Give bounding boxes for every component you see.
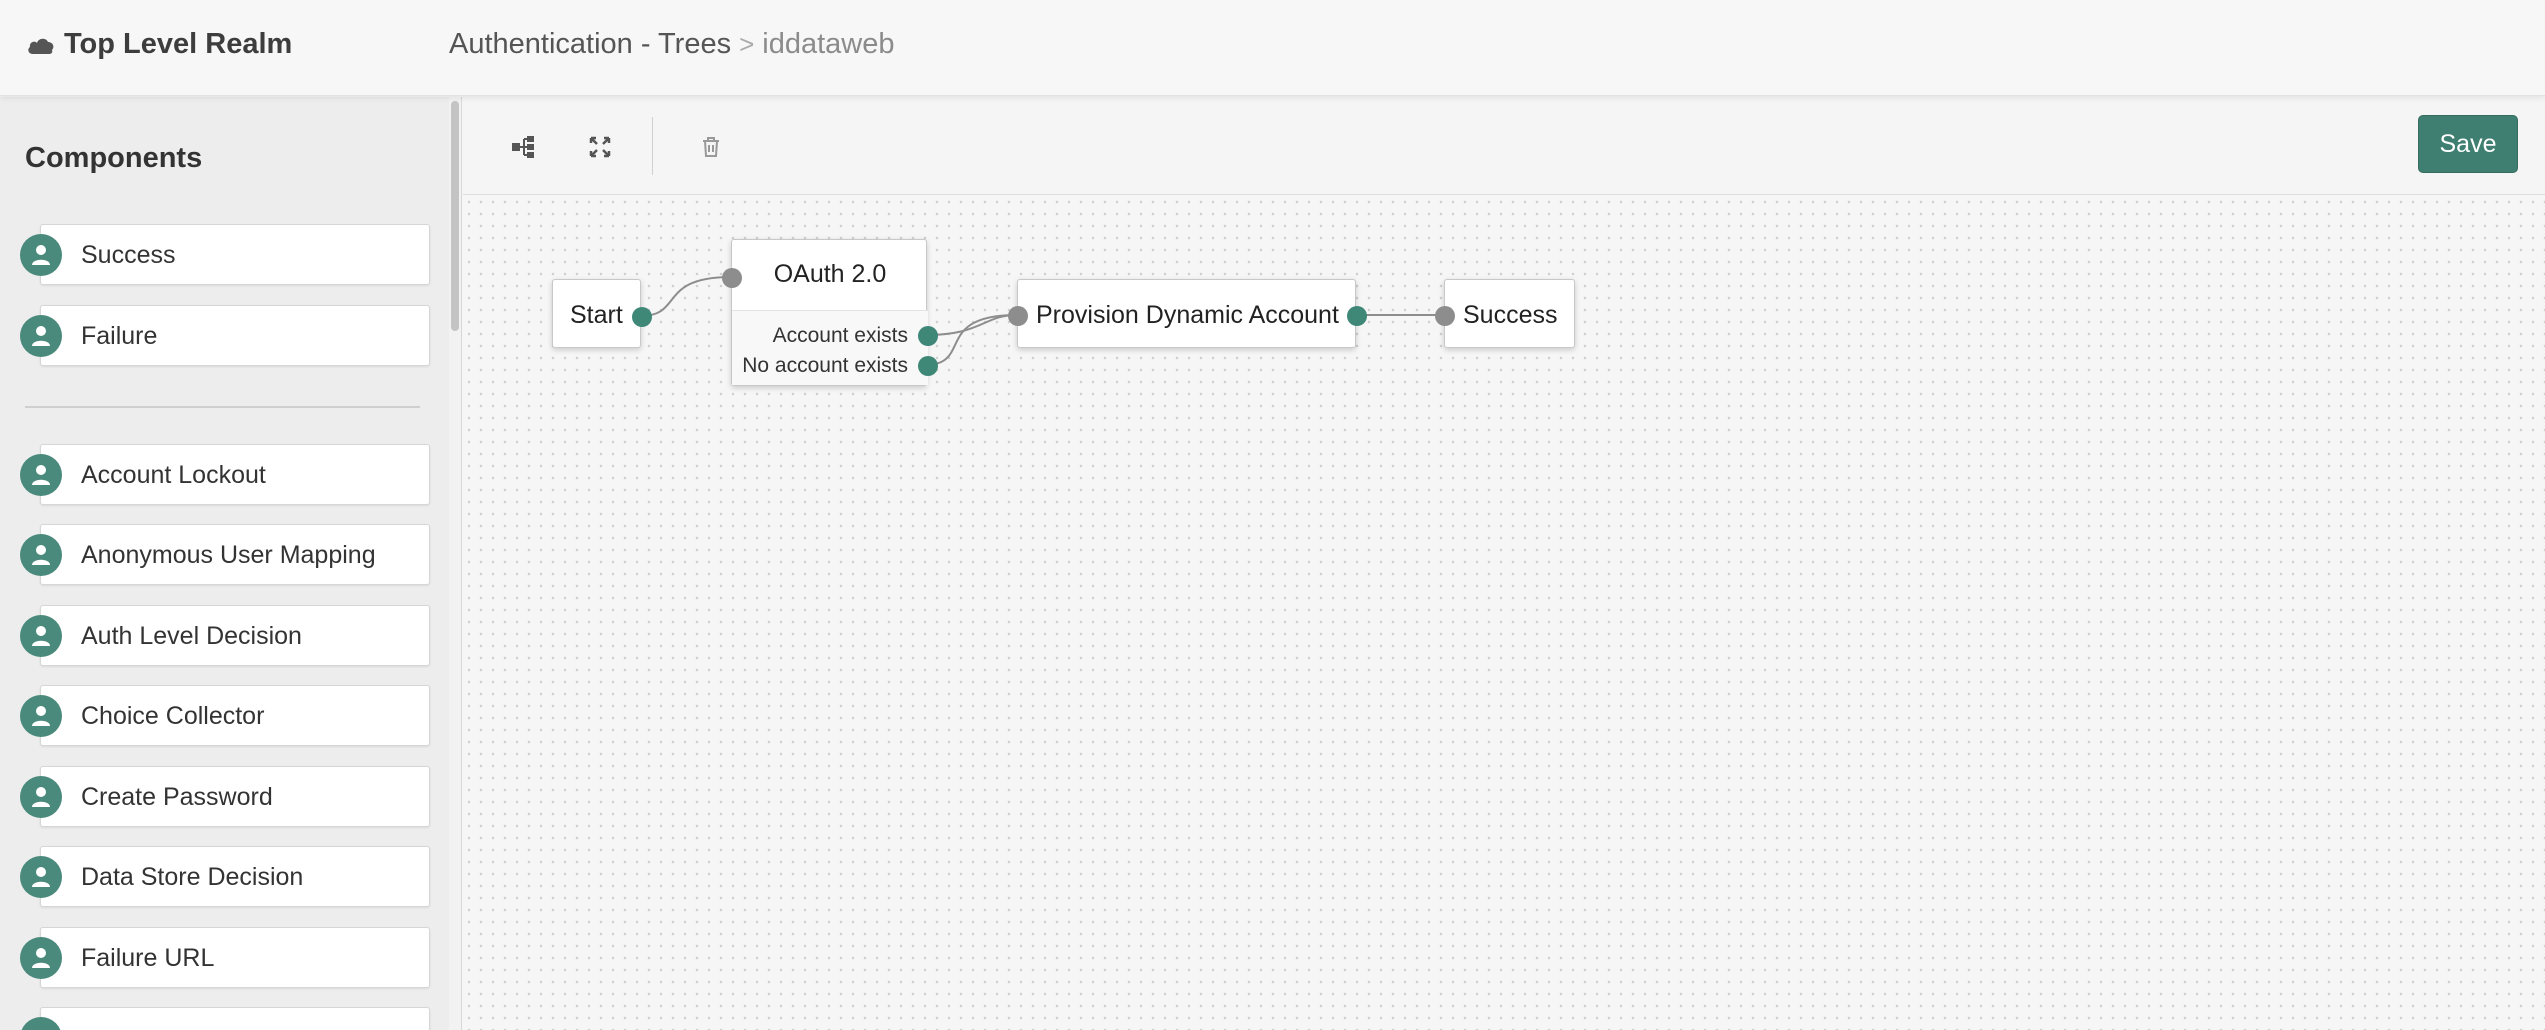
component-partial[interactable] [20, 1007, 430, 1030]
component-label: Create Password [81, 783, 273, 811]
component-failure-url[interactable]: Failure URL [20, 927, 430, 988]
node-title: Start [570, 301, 623, 329]
user-icon [20, 615, 62, 657]
user-icon [20, 695, 62, 737]
node-provision-dynamic-account[interactable]: Provision Dynamic Account [1008, 279, 1367, 348]
component-label: Auth Level Decision [81, 622, 302, 650]
port-out[interactable] [632, 307, 652, 327]
component-label: Failure [81, 322, 158, 350]
port-out[interactable] [1347, 306, 1367, 326]
user-icon [20, 1017, 62, 1030]
port-in[interactable] [722, 268, 742, 288]
component-label: Data Store Decision [81, 863, 304, 891]
component-data-store-decision[interactable]: Data Store Decision [20, 846, 430, 907]
scrollbar-thumb[interactable] [451, 101, 459, 331]
user-icon [20, 937, 62, 979]
tree-layout-icon[interactable] [504, 127, 544, 167]
toolbar-separator [652, 117, 653, 175]
node-title: OAuth 2.0 [773, 260, 887, 288]
component-create-password[interactable]: Create Password [20, 766, 430, 827]
top-header: Top Level Realm Authentication - Trees >… [0, 0, 2545, 96]
outcome-account-exists: Account exists [772, 324, 908, 347]
user-icon [20, 234, 62, 276]
user-icon [20, 856, 62, 898]
component-label: Account Lockout [81, 461, 266, 489]
user-icon [20, 534, 62, 576]
canvas-toolbar: Save [463, 97, 2545, 195]
breadcrumb-separator: > [739, 29, 755, 59]
port-in[interactable] [1435, 306, 1455, 326]
component-anonymous-user-mapping[interactable]: Anonymous User Mapping [20, 524, 430, 585]
component-auth-level-decision[interactable]: Auth Level Decision [20, 605, 430, 666]
component-label: Anonymous User Mapping [81, 541, 376, 569]
user-icon [20, 315, 62, 357]
node-start[interactable]: Start [552, 279, 652, 348]
sidebar-scrollbar[interactable] [449, 97, 461, 1030]
user-icon [20, 454, 62, 496]
component-success[interactable]: Success [20, 224, 430, 285]
realm-switcher[interactable]: Top Level Realm [26, 28, 292, 61]
components-sidebar: Components Success Failure Account Locko… [0, 97, 462, 1030]
component-label: Success [81, 241, 176, 269]
sidebar-divider [25, 406, 420, 408]
breadcrumb-trees[interactable]: Authentication - Trees [449, 28, 731, 61]
realm-name: Top Level Realm [64, 28, 293, 60]
node-title: Success [1463, 301, 1558, 329]
user-icon [20, 776, 62, 818]
connector-no-account-exists [924, 314, 1018, 366]
component-failure[interactable]: Failure [20, 305, 430, 366]
component-label: Choice Collector [81, 702, 265, 730]
node-success[interactable]: Success [1435, 279, 1575, 348]
connector-start-oauth [640, 276, 732, 317]
save-button[interactable]: Save [2418, 115, 2518, 173]
port-out-account-exists[interactable] [918, 326, 938, 346]
port-out-no-account-exists[interactable] [918, 356, 938, 376]
cloud-icon [28, 38, 54, 54]
sidebar-title: Components [25, 142, 203, 174]
breadcrumb-current: iddataweb [762, 28, 895, 60]
outcome-no-account-exists: No account exists [742, 354, 908, 377]
breadcrumb: Authentication - Trees > iddataweb [449, 28, 895, 61]
port-in[interactable] [1008, 306, 1028, 326]
tree-canvas[interactable]: Start OAuth 2.0 Account exists No accoun… [463, 196, 2545, 1030]
node-title: Provision Dynamic Account [1036, 301, 1339, 329]
trash-icon[interactable] [691, 127, 731, 167]
component-choice-collector[interactable]: Choice Collector [20, 685, 430, 746]
component-label: Failure URL [81, 944, 215, 972]
node-oauth[interactable]: OAuth 2.0 Account exists No account exis… [722, 239, 938, 386]
component-account-lockout[interactable]: Account Lockout [20, 444, 430, 505]
fit-to-screen-icon[interactable] [580, 127, 620, 167]
